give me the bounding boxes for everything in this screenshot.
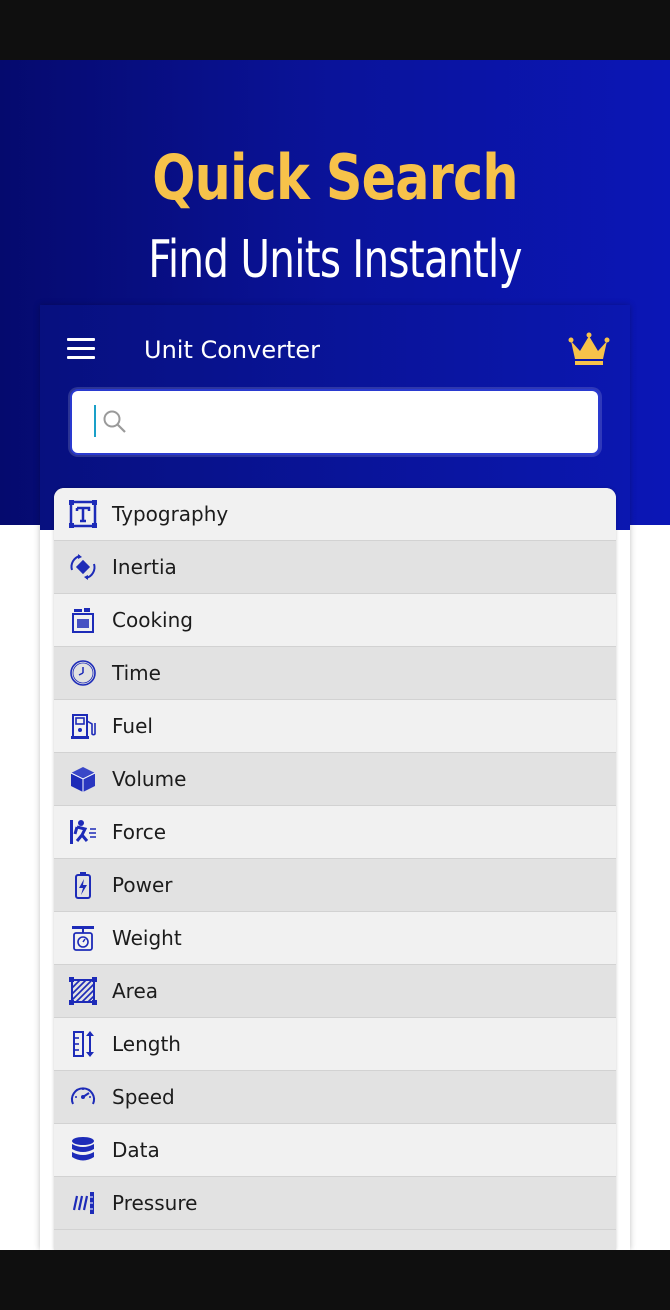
list-item-label: Speed <box>112 1085 175 1109</box>
list-item-label: Weight <box>112 926 182 950</box>
fuel-pump-icon <box>68 711 98 741</box>
list-item-label: Pressure <box>112 1191 198 1215</box>
list-item[interactable]: Volume <box>54 753 616 806</box>
scale-icon <box>68 923 98 953</box>
list-item-label: Inertia <box>112 555 177 579</box>
text-caret <box>94 405 96 437</box>
cooking-icon <box>68 605 98 635</box>
search-input[interactable] <box>132 401 576 443</box>
list-item[interactable]: Typography <box>54 488 616 541</box>
hamburger-menu-icon[interactable] <box>67 338 95 360</box>
category-list[interactable]: Typography Inertia Cooking Time Fuel Volume Fo… <box>54 488 616 1250</box>
hero-title: Quick Search <box>152 141 518 214</box>
list-item-label: Cooking <box>112 608 193 632</box>
list-item[interactable]: Speed <box>54 1071 616 1124</box>
list-item[interactable]: Area <box>54 965 616 1018</box>
list-item-label: Area <box>112 979 159 1003</box>
list-item-label: Power <box>112 873 173 897</box>
list-item[interactable]: Cooking <box>54 594 616 647</box>
inertia-icon <box>68 552 98 582</box>
area-icon <box>68 976 98 1006</box>
list-item-label: Volume <box>112 767 187 791</box>
list-item-label: Typography <box>112 502 229 526</box>
list-item-label: Time <box>112 661 161 685</box>
typography-icon <box>68 499 98 529</box>
navigation-bar <box>0 1250 670 1310</box>
crown-icon[interactable] <box>568 331 610 367</box>
hero-subtitle: Find Units Instantly <box>148 230 522 290</box>
list-item-label: Length <box>112 1032 181 1056</box>
list-item-label: Data <box>112 1138 160 1162</box>
length-icon <box>68 1029 98 1059</box>
list-item-label: Fuel <box>112 714 153 738</box>
force-icon <box>68 817 98 847</box>
list-item[interactable]: Data <box>54 1124 616 1177</box>
app-title: Unit Converter <box>144 336 321 364</box>
list-item[interactable]: Fuel <box>54 700 616 753</box>
list-item[interactable]: Time <box>54 647 616 700</box>
list-item[interactable]: Inertia <box>54 541 616 594</box>
battery-power-icon <box>68 870 98 900</box>
list-item[interactable]: Power <box>54 859 616 912</box>
status-bar <box>0 0 670 60</box>
clock-icon <box>68 658 98 688</box>
cube-icon <box>68 764 98 794</box>
list-item[interactable]: Force <box>54 806 616 859</box>
speedometer-icon <box>68 1082 98 1112</box>
list-item[interactable]: Pressure <box>54 1177 616 1230</box>
list-item[interactable]: Length <box>54 1018 616 1071</box>
pressure-icon <box>68 1188 98 1218</box>
database-icon <box>68 1135 98 1165</box>
list-item-label: Force <box>112 820 167 844</box>
search-icon <box>103 410 126 433</box>
list-item[interactable]: Weight <box>54 912 616 965</box>
search-box[interactable] <box>70 389 600 455</box>
